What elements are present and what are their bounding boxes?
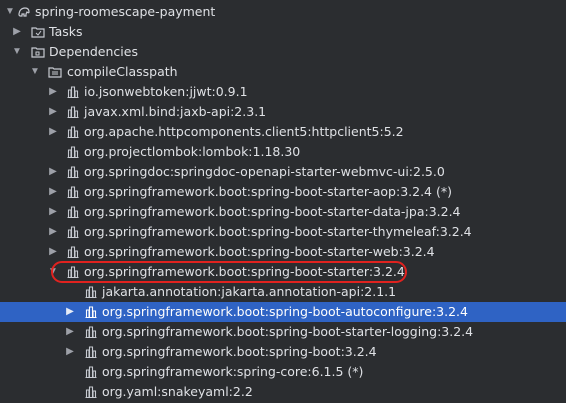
dependency-child-row-selected[interactable]: ▶ org.springframework.boot:spring-boot-a… xyxy=(0,302,566,322)
dependency-label: org.springframework.boot:spring-boot-sta… xyxy=(84,224,472,239)
chevron-right-icon[interactable]: ▶ xyxy=(11,25,23,39)
library-icon xyxy=(85,386,97,399)
chevron-right-icon[interactable]: ▶ xyxy=(47,125,59,139)
dependency-label: org.springframework.boot:spring-boot-sta… xyxy=(84,244,435,259)
chevron-down-icon[interactable]: ▼ xyxy=(29,65,41,79)
library-icon xyxy=(67,86,79,99)
folder-dependencies-icon xyxy=(31,47,45,58)
library-icon xyxy=(67,206,79,219)
dependency-row[interactable]: ▶ org.springdoc:springdoc-openapi-starte… xyxy=(0,162,566,182)
dependency-label: org.springframework.boot:spring-boot-sta… xyxy=(84,184,452,199)
dependency-label: jakarta.annotation:jakarta.annotation-ap… xyxy=(102,284,397,299)
library-icon xyxy=(85,346,97,359)
dependency-child-row[interactable]: ▶ org.springframework.boot:spring-boot-s… xyxy=(0,322,566,342)
dependency-row[interactable]: org.projectlombok:lombok:1.18.30 xyxy=(0,142,566,162)
chevron-right-icon[interactable]: ▶ xyxy=(47,245,59,259)
library-icon xyxy=(67,126,79,139)
gradle-elephant-icon xyxy=(18,7,30,17)
dependency-row[interactable]: ▶ org.springframework.boot:spring-boot-s… xyxy=(0,182,566,202)
config-label: compileClasspath xyxy=(67,64,178,79)
tree-row-compile-classpath[interactable]: ▼ compileClasspath xyxy=(0,62,566,82)
chevron-down-icon[interactable]: ▼ xyxy=(4,5,16,19)
project-name: spring-roomescape-payment xyxy=(35,4,216,19)
dependency-label: org.springframework.boot:spring-boot-aut… xyxy=(102,304,468,319)
configuration-icon xyxy=(48,67,62,78)
library-icon xyxy=(67,226,79,239)
chevron-down-icon[interactable]: ▼ xyxy=(11,45,23,59)
gradle-dependency-tree: ▼ spring-roomescape-payment ▶ Tasks ▼ De… xyxy=(0,0,566,403)
library-icon xyxy=(67,146,79,159)
tree-row-project[interactable]: ▼ spring-roomescape-payment xyxy=(0,2,566,22)
dependency-child-row[interactable]: jakarta.annotation:jakarta.annotation-ap… xyxy=(0,282,566,302)
dependency-label: org.springframework.boot:spring-boot-sta… xyxy=(102,324,474,339)
chevron-right-icon[interactable]: ▶ xyxy=(64,325,76,339)
dependencies-label: Dependencies xyxy=(49,44,138,59)
tree-row-tasks[interactable]: ▶ Tasks xyxy=(0,22,566,42)
library-icon xyxy=(85,366,97,379)
dependency-row[interactable]: ▶ org.apache.httpcomponents.client5:http… xyxy=(0,122,566,142)
library-icon xyxy=(67,186,79,199)
library-icon xyxy=(67,166,79,179)
chevron-right-icon[interactable]: ▶ xyxy=(47,165,59,179)
dependency-label: javax.xml.bind:jaxb-api:2.3.1 xyxy=(84,104,267,119)
dependency-label: org.springframework:spring-core:6.1.5 (*… xyxy=(102,364,364,379)
red-highlight-oval xyxy=(51,261,407,283)
dependency-child-row[interactable]: ▶ org.springframework.boot:spring-boot:3… xyxy=(0,342,566,362)
dependency-label: org.projectlombok:lombok:1.18.30 xyxy=(84,144,301,159)
dependency-label: org.springframework.boot:spring-boot:3.2… xyxy=(102,344,377,359)
chevron-right-icon[interactable]: ▶ xyxy=(47,85,59,99)
tasks-label: Tasks xyxy=(49,24,83,39)
library-icon xyxy=(67,106,79,119)
chevron-right-icon[interactable]: ▶ xyxy=(47,225,59,239)
dependency-label: org.yaml:snakeyaml:2.2 xyxy=(102,384,253,399)
dependency-child-row[interactable]: org.yaml:snakeyaml:2.2 xyxy=(0,382,566,402)
dependency-row[interactable]: ▶ org.springframework.boot:spring-boot-s… xyxy=(0,222,566,242)
chevron-right-icon[interactable]: ▶ xyxy=(47,205,59,219)
dependency-label: io.jsonwebtoken:jjwt:0.9.1 xyxy=(84,84,248,99)
chevron-right-icon[interactable]: ▶ xyxy=(47,105,59,119)
chevron-right-icon[interactable]: ▶ xyxy=(64,345,76,359)
library-icon xyxy=(85,326,97,339)
dependency-row[interactable]: ▶ javax.xml.bind:jaxb-api:2.3.1 xyxy=(0,102,566,122)
dependency-row[interactable]: ▶ org.springframework.boot:spring-boot-s… xyxy=(0,202,566,222)
dependency-label: org.springframework.boot:spring-boot-sta… xyxy=(84,204,461,219)
chevron-right-icon[interactable]: ▶ xyxy=(64,305,76,319)
dependency-label: org.springdoc:springdoc-openapi-starter-… xyxy=(84,164,445,179)
library-icon xyxy=(67,246,79,259)
chevron-right-icon[interactable]: ▶ xyxy=(47,185,59,199)
dependency-row[interactable]: ▶ org.springframework.boot:spring-boot-s… xyxy=(0,242,566,262)
dependency-label: org.apache.httpcomponents.client5:httpcl… xyxy=(84,124,404,139)
library-icon xyxy=(85,306,97,319)
dependency-child-row[interactable]: org.springframework:spring-core:6.1.5 (*… xyxy=(0,362,566,382)
folder-tasks-icon xyxy=(31,27,45,38)
library-icon xyxy=(85,286,97,299)
tree-row-dependencies[interactable]: ▼ Dependencies xyxy=(0,42,566,62)
dependency-row[interactable]: ▶ io.jsonwebtoken:jjwt:0.9.1 xyxy=(0,82,566,102)
